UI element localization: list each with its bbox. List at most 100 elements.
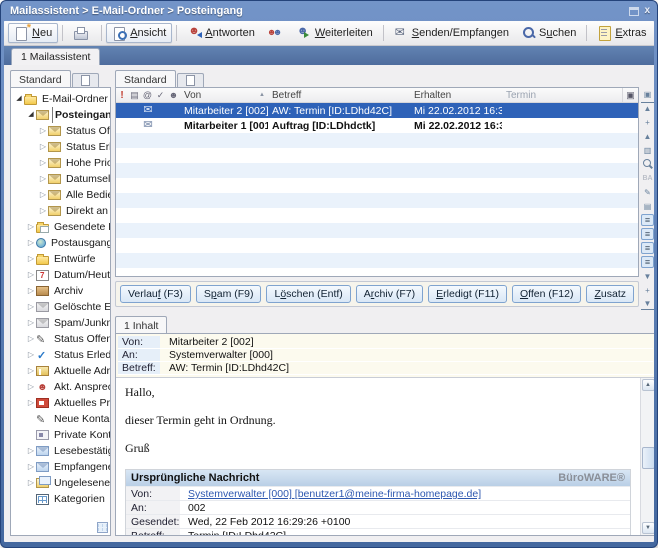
empty-row[interactable] — [116, 148, 638, 163]
tree-item[interactable]: ▷ Empfangene Mails — [11, 459, 110, 475]
tree-corner-icon[interactable] — [97, 522, 108, 533]
action-button[interactable]: Spam (F9) — [196, 285, 262, 303]
message-scrollbar[interactable]: ▲ ▼ — [640, 378, 654, 535]
tree-item[interactable]: ▷ Archiv — [11, 283, 110, 299]
tree-item[interactable]: ▷ Gelöschte E-Mails — [11, 299, 110, 315]
empty-row[interactable] — [116, 178, 638, 193]
view-list-1-icon[interactable]: ≡ — [641, 214, 654, 226]
tree-expander-icon[interactable]: ▷ — [26, 315, 36, 331]
tree-item[interactable]: ▷ Status Erledigt — [11, 139, 110, 155]
scroll-down-icon[interactable]: ▼ — [642, 522, 654, 534]
filter-edit-icon[interactable]: ✎ — [641, 186, 654, 198]
quoted-header-value[interactable]: Termin [ID:LDhd42C] — [180, 529, 286, 535]
scroll-thumb[interactable] — [642, 447, 654, 469]
tab-mailassistent[interactable]: 1 Mailassistent — [11, 48, 100, 65]
tree-expander-icon[interactable]: ▷ — [26, 283, 36, 299]
tree-expander-icon[interactable]: ▷ — [26, 475, 36, 491]
tree-item[interactable]: Kategorien — [11, 491, 110, 507]
tree-expander-icon[interactable]: ◢ — [26, 107, 36, 123]
tree-expander-icon[interactable]: ▷ — [38, 139, 48, 155]
quoted-header-value[interactable]: Wed, 22 Feb 2012 16:29:26 +0100 — [180, 515, 350, 528]
restore-icon[interactable] — [629, 7, 639, 16]
tree-expander-icon[interactable]: ▷ — [26, 219, 36, 235]
scroll-up-icon[interactable]: ▲ — [642, 379, 654, 391]
toolbar-button[interactable] — [261, 23, 291, 43]
empty-row[interactable] — [116, 223, 638, 238]
tree-expander-icon[interactable]: ▷ — [38, 155, 48, 171]
view-list-3-icon[interactable]: ≡ — [641, 242, 654, 254]
empty-row[interactable] — [116, 238, 638, 253]
tree-expander-icon[interactable]: ▷ — [38, 123, 48, 139]
tab-inhalt[interactable]: 1 Inhalt — [115, 316, 167, 333]
tree-expander-icon[interactable]: ◢ — [14, 91, 24, 107]
tree-expander-icon[interactable]: ▷ — [26, 395, 36, 411]
tree-item[interactable]: ▷ Alle Bediener — [11, 187, 110, 203]
attachment-icon[interactable]: @ — [141, 90, 154, 100]
toolbar-button[interactable]: Extras — [591, 23, 652, 43]
quoted-header-value[interactable]: Systemverwalter [000] [benutzer1@meine-f… — [180, 487, 481, 500]
empty-row[interactable] — [116, 193, 638, 208]
empty-row[interactable] — [116, 208, 638, 223]
quoted-header-value[interactable]: 002 — [180, 501, 206, 514]
check-icon[interactable]: ✓ — [154, 90, 167, 101]
priority-column-icon[interactable]: ! — [116, 90, 128, 101]
tree-item[interactable]: ▷ Status Offen — [11, 331, 110, 347]
tree-item[interactable]: ▷ Lesebestätigungen — [11, 443, 110, 459]
tree-item[interactable]: ▷ Spam/Junkmails — [11, 315, 110, 331]
title-bar[interactable]: Mailassistent > E-Mail-Ordner > Posteing… — [1, 1, 657, 21]
tree-item[interactable]: ▷ Datum/Heute — [11, 267, 110, 283]
tree-expander-icon[interactable]: ▷ — [26, 235, 36, 251]
tree-expander-icon[interactable]: ▷ — [38, 203, 48, 219]
tree-item[interactable]: ▷ Aktuelles Projekt — [11, 395, 110, 411]
tree-expander-icon[interactable]: ▷ — [26, 267, 36, 283]
action-button[interactable]: Erledigt (F11) — [428, 285, 507, 303]
column-header-von[interactable]: Von ▲ — [180, 90, 268, 101]
list-tab[interactable]: Standard — [115, 70, 176, 87]
tree-item[interactable]: ▷ Status Offen — [11, 123, 110, 139]
detach-window-icon[interactable]: ▣ — [641, 88, 654, 100]
contact-icon[interactable]: ☻ — [167, 90, 180, 100]
page-down-icon[interactable]: ▼ — [641, 270, 654, 282]
tree-item[interactable]: ▷ Datumselektion — [11, 171, 110, 187]
email-row[interactable]: ✉ Mitarbeiter 2 [002] AW: Termin [ID:LDh… — [116, 103, 638, 118]
tree-item[interactable]: ▷ Gesendete E-Mails — [11, 219, 110, 235]
document-icon[interactable]: ▤ — [128, 90, 141, 101]
ba-icon[interactable]: BA — [641, 172, 654, 184]
sidebar-tab[interactable] — [72, 73, 99, 87]
action-button[interactable]: Archiv (F7) — [356, 285, 423, 303]
column-chooser-icon[interactable]: ▣ — [622, 88, 638, 102]
empty-row[interactable] — [116, 133, 638, 148]
tree-item[interactable]: Private Kontakte — [11, 427, 110, 443]
tree-expander-icon[interactable]: ▷ — [26, 331, 36, 347]
tree-item[interactable]: Neue Kontakte — [11, 411, 110, 427]
columns-icon[interactable]: ▥ — [641, 144, 654, 156]
empty-row[interactable] — [116, 253, 638, 268]
empty-row[interactable] — [116, 268, 638, 277]
tree-expander-icon[interactable]: ▷ — [26, 443, 36, 459]
search-icon[interactable] — [641, 158, 654, 170]
action-button[interactable]: Verlauf (F3) — [120, 285, 191, 303]
list-tab[interactable] — [177, 73, 204, 87]
close-icon[interactable]: x — [644, 6, 650, 16]
action-button[interactable]: Löschen (Entf) — [266, 285, 350, 303]
tree-expander-icon[interactable]: ▷ — [26, 459, 36, 475]
move-down-icon[interactable]: + — [641, 284, 654, 296]
tree-item[interactable]: ▷ Postausgang — [11, 235, 110, 251]
toolbar-button[interactable]: Senden/Empfangen — [388, 23, 515, 43]
email-row[interactable]: ✉ Mitarbeiter 1 [001] Auftrag [ID:LDhdct… — [116, 118, 638, 133]
move-icon[interactable]: + — [641, 116, 654, 128]
column-header-erhalten[interactable]: Erhalten — [410, 90, 502, 101]
tree-expander-icon[interactable]: ▷ — [26, 379, 36, 395]
toolbar-button[interactable]: Suchen — [515, 23, 582, 43]
tree-item[interactable]: ▷ Ungelesene Mails — [11, 475, 110, 491]
column-header-termin[interactable]: Termin — [502, 90, 622, 101]
tree-item[interactable]: ▷ Entwürfe — [11, 251, 110, 267]
view-list-4-icon[interactable]: ≡ — [641, 256, 654, 268]
tree-item[interactable]: ▷ Akt. Ansprechpartner — [11, 379, 110, 395]
toolbar-button[interactable]: Antworten — [181, 23, 261, 43]
email-list-header[interactable]: ! ▤ @ ✓ ☻ — [116, 88, 638, 103]
view-list-2-icon[interactable]: ≡ — [641, 228, 654, 240]
tree-expander-icon[interactable]: ▷ — [26, 299, 36, 315]
tree-item[interactable]: ▷ Status Erledigt — [11, 347, 110, 363]
empty-row[interactable] — [116, 163, 638, 178]
